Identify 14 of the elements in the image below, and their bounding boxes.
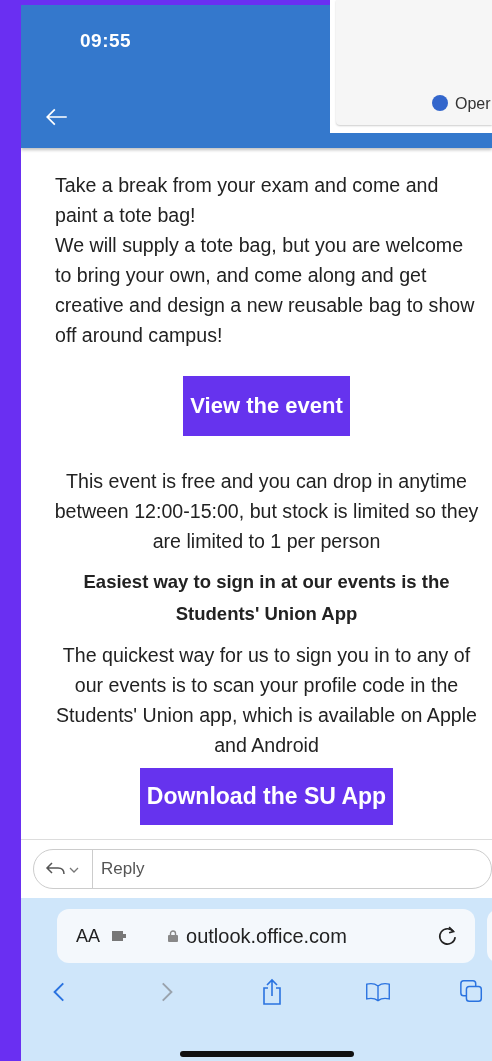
reload-icon[interactable] xyxy=(437,925,459,947)
cta-button[interactable]: Download the SU App xyxy=(139,768,394,825)
section-heading: Easiest way to sign in at our events is the Students' Union App xyxy=(82,570,451,626)
lock-icon xyxy=(168,930,178,942)
legend-label: Oper xyxy=(455,95,491,113)
address-bar[interactable]: AA outlook.office.com xyxy=(57,909,475,963)
reply-field[interactable]: Reply xyxy=(93,850,491,888)
text-size-button[interactable]: AA xyxy=(76,925,100,947)
body-paragraph: This event is free and you can drop in anytime between 12:00-15:00, but stock is limited so they are limited to 1 per person xyxy=(53,469,480,554)
cta-button[interactable]: View the event xyxy=(183,376,350,436)
body-paragraph: Take a break from your exam and come and paint a tote bag! We will supply a tote bag, but you are welcome to bring your own, and come along and get creative and design a new reusable bag to show off around campus! xyxy=(54,173,476,348)
status-time: 09:55 xyxy=(80,30,132,52)
body-paragraph: The quickest way for us to sign you in to any of our events is to scan your profile code in the Students' Union app, which is available on Apple and Android xyxy=(55,643,478,758)
url-text: outlook.office.com xyxy=(186,924,347,948)
